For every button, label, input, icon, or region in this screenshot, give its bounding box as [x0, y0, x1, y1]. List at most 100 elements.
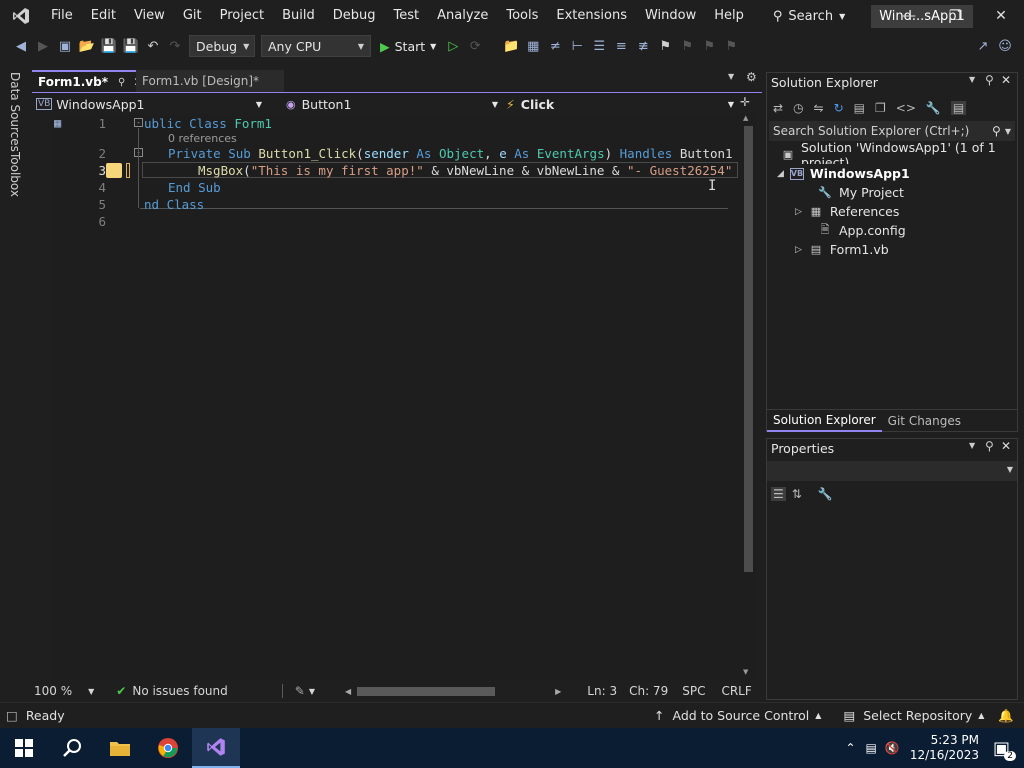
- menu-file[interactable]: File: [42, 0, 82, 32]
- menu-view[interactable]: View: [125, 0, 174, 32]
- platform-dropdown[interactable]: Any CPU ▼: [261, 35, 371, 57]
- refresh-icon[interactable]: ↻: [834, 101, 844, 115]
- align-icon[interactable]: ⊢: [566, 35, 588, 57]
- menu-git[interactable]: Git: [174, 0, 211, 32]
- chevron-down-icon[interactable]: ▼: [88, 687, 94, 696]
- tab-form1-vb[interactable]: Form1.vb* ⚲ ✕: [32, 70, 143, 92]
- search-button[interactable]: ⚲ Search ▼: [765, 0, 853, 32]
- lightbulb-icon[interactable]: [106, 163, 122, 178]
- menu-test[interactable]: Test: [385, 0, 429, 32]
- pin-icon[interactable]: ⚲: [985, 439, 994, 453]
- collapsed-arrow-icon[interactable]: ▷: [795, 207, 802, 217]
- clear-bookmarks-icon[interactable]: ⚑: [720, 35, 742, 57]
- vertical-scrollbar[interactable]: ▲ ▼: [740, 114, 756, 680]
- split-editor-icon[interactable]: ✛: [740, 95, 750, 109]
- line-ending-indicator[interactable]: CRLF: [721, 684, 751, 698]
- tree-item-references[interactable]: ▷ ▦ References: [795, 202, 899, 221]
- tree-item-my-project[interactable]: 🔧 My Project: [817, 183, 904, 202]
- chevron-up-icon[interactable]: ▲: [978, 711, 984, 720]
- toolbox-tab[interactable]: Toolbox: [8, 152, 22, 197]
- configuration-dropdown[interactable]: Debug ▼: [189, 35, 255, 57]
- scroll-left-icon[interactable]: ◀: [345, 687, 351, 696]
- object-navigation-dropdown[interactable]: ◉ Button1 ▼: [286, 95, 498, 113]
- alphabetical-icon[interactable]: ⇅: [792, 487, 802, 501]
- menu-analyze[interactable]: Analyze: [428, 0, 497, 32]
- menu-tools[interactable]: Tools: [497, 0, 547, 32]
- view-code-icon[interactable]: <>: [896, 101, 916, 115]
- clock[interactable]: 5:23 PM 12/16/2023: [910, 733, 979, 763]
- solution-folder-icon[interactable]: 📁: [500, 35, 522, 57]
- hot-reload-icon[interactable]: ⟳: [464, 35, 486, 57]
- volume-muted-icon[interactable]: 🔇: [885, 741, 900, 755]
- switch-views-icon[interactable]: ⇄: [773, 101, 783, 115]
- visual-studio-taskbar-icon[interactable]: [192, 728, 240, 768]
- windows-start-icon[interactable]: [0, 728, 48, 768]
- object-selector-dropdown[interactable]: ▼: [767, 461, 1017, 481]
- zoom-level[interactable]: 100 %: [34, 684, 72, 698]
- open-folder-icon[interactable]: 📂: [76, 35, 98, 57]
- event-navigation-dropdown[interactable]: ⚡ Click ▼: [506, 95, 734, 113]
- chevron-down-icon[interactable]: ▼: [309, 687, 315, 696]
- collapse-icon[interactable]: -: [134, 118, 143, 127]
- collapsed-arrow-icon[interactable]: ▷: [795, 245, 802, 255]
- spell-check-icon[interactable]: ≠: [544, 35, 566, 57]
- issues-status[interactable]: No issues found: [132, 684, 227, 698]
- menu-window[interactable]: Window: [636, 0, 705, 32]
- chevron-up-icon[interactable]: ▲: [815, 711, 821, 720]
- bookmark-list-icon[interactable]: ☰: [588, 35, 610, 57]
- codelens-references[interactable]: 0 references: [168, 132, 237, 145]
- close-icon[interactable]: ✕: [1001, 439, 1011, 453]
- menu-build[interactable]: Build: [273, 0, 324, 32]
- project-node[interactable]: ◢ VB WindowsApp1: [777, 164, 910, 183]
- scroll-up-icon[interactable]: ▲: [743, 114, 748, 122]
- scrollbar-thumb[interactable]: [744, 126, 753, 572]
- preview-icon[interactable]: ▤: [950, 101, 967, 115]
- save-all-icon[interactable]: 💾: [120, 35, 142, 57]
- navigate-back-icon[interactable]: ◀: [10, 35, 32, 57]
- pin-icon[interactable]: ⚲: [985, 73, 994, 87]
- notification-bell-icon[interactable]: 🔔: [998, 708, 1014, 724]
- code-cleanup-icon[interactable]: ✎: [295, 684, 305, 698]
- undo-icon[interactable]: ↶: [142, 35, 164, 57]
- property-pages-icon[interactable]: 🔧: [818, 487, 833, 501]
- expanded-arrow-icon[interactable]: ◢: [777, 169, 784, 179]
- quick-actions-icon[interactable]: ▦: [54, 116, 61, 130]
- project-navigation-dropdown[interactable]: VB WindowsApp1 ▼: [36, 95, 262, 113]
- menu-debug[interactable]: Debug: [324, 0, 385, 32]
- start-debug-button[interactable]: ▶ Start ▼: [374, 39, 442, 54]
- feedback-icon[interactable]: ☺: [994, 35, 1016, 57]
- tab-git-changes[interactable]: Git Changes: [882, 414, 967, 428]
- menu-help[interactable]: Help: [705, 0, 753, 32]
- scroll-down-icon[interactable]: ▼: [743, 668, 748, 676]
- solution-node[interactable]: ▣ Solution 'WindowsApp1' (1 of 1 project…: [781, 140, 1017, 170]
- properties-wrench-icon[interactable]: 🔧: [926, 101, 941, 115]
- tab-solution-explorer[interactable]: Solution Explorer: [767, 410, 882, 432]
- chevron-down-icon[interactable]: ▼: [969, 75, 975, 84]
- whitespace-indicator[interactable]: SPC: [682, 684, 705, 698]
- next-bookmark-icon[interactable]: ⚑: [698, 35, 720, 57]
- notification-center-icon[interactable]: ▣ 2: [993, 738, 1016, 761]
- settings-gear-icon[interactable]: ⚙: [746, 70, 757, 84]
- tree-item-form1-vb[interactable]: ▷ ▤ Form1.vb: [795, 240, 889, 259]
- tab-form1-design[interactable]: Form1.vb [Design]*: [136, 70, 284, 92]
- column-indicator[interactable]: Ch: 79: [629, 684, 668, 698]
- data-sources-tab[interactable]: Data Sources: [8, 72, 22, 152]
- line-indicator[interactable]: Ln: 3: [587, 684, 617, 698]
- layout-icon[interactable]: ▦: [522, 35, 544, 57]
- chevron-down-icon[interactable]: ▼: [969, 441, 975, 450]
- categorized-icon[interactable]: ☰: [771, 487, 786, 501]
- file-explorer-icon[interactable]: [96, 728, 144, 768]
- horizontal-scrollbar-thumb[interactable]: [357, 686, 496, 696]
- comment-icon[interactable]: ≡: [610, 35, 632, 57]
- maximize-button[interactable]: ❐: [932, 0, 978, 32]
- network-icon[interactable]: ▤: [866, 741, 877, 755]
- start-without-debugging-icon[interactable]: ▷: [442, 35, 464, 57]
- close-icon[interactable]: ✕: [1001, 73, 1011, 87]
- chevron-up-icon[interactable]: ⌃: [845, 741, 855, 755]
- tab-list-dropdown-icon[interactable]: ▼: [728, 72, 734, 81]
- scroll-right-icon[interactable]: ▶: [555, 687, 561, 696]
- show-all-files-icon[interactable]: ❐: [875, 101, 886, 115]
- pin-icon[interactable]: ⚲: [118, 77, 125, 88]
- search-icon[interactable]: [48, 728, 96, 768]
- sync-icon[interactable]: ⇋: [814, 101, 824, 115]
